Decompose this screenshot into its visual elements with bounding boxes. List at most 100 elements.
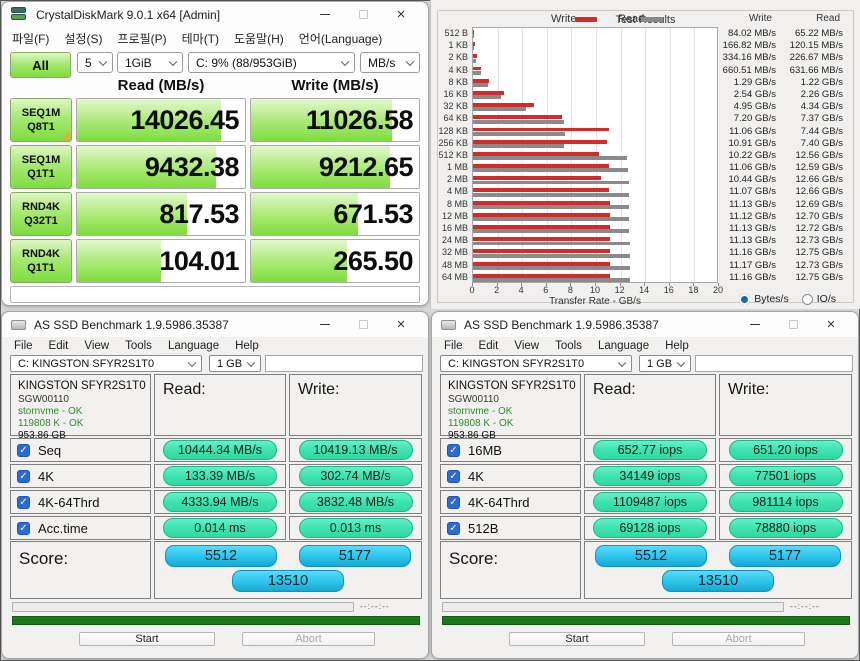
y-axis-tick-label: 32 KB: [408, 101, 468, 111]
write-result-cell[interactable]: 265.50: [250, 239, 420, 283]
abort-button: Abort: [672, 632, 805, 646]
menu-item[interactable]: View: [514, 340, 539, 352]
read-value: 12.66 GB/s: [771, 186, 843, 197]
menu-item[interactable]: File: [444, 340, 463, 352]
close-icon[interactable]: ×: [382, 312, 420, 337]
asssd-titlebar[interactable]: AS SSD Benchmark 1.9.5986.35387 ×: [2, 312, 428, 337]
maximize-icon: [344, 2, 382, 27]
read-result-cell[interactable]: 9432.38: [76, 145, 246, 189]
checkbox-checked-icon[interactable]: ✓: [447, 444, 460, 457]
checkbox-checked-icon[interactable]: ✓: [447, 470, 460, 483]
cdm-comment-box[interactable]: [10, 286, 420, 303]
checkbox-checked-icon[interactable]: ✓: [17, 444, 30, 457]
read-result-cell[interactable]: 14026.45: [76, 98, 246, 142]
radio-button-icon[interactable]: [802, 294, 813, 305]
test-size-select[interactable]: 1 GB: [209, 355, 261, 372]
read-value: 12.69 GB/s: [771, 199, 843, 210]
drive-select[interactable]: C: KINGSTON SFYR2S1T0: [440, 355, 632, 372]
menu-item[interactable]: Edit: [49, 340, 69, 352]
cdm-menubar: 파일(F) 설정(S) 프로필(P) 테마(T) 도움말(H) 언어(Language): [2, 28, 382, 48]
menu-item[interactable]: 언어(Language): [299, 30, 382, 47]
start-button[interactable]: Start: [79, 632, 215, 646]
start-button[interactable]: Start: [509, 632, 645, 646]
menu-item[interactable]: Tools: [555, 340, 582, 352]
asssd-window-title: AS SSD Benchmark 1.9.5986.35387: [464, 318, 659, 332]
read-result-badge: 0.014 ms: [163, 518, 277, 538]
test-size-select[interactable]: 1 GB: [639, 355, 691, 372]
test-size-select[interactable]: 1GiB: [117, 52, 183, 73]
toolbar-empty-box: [265, 355, 423, 372]
write-value: 11.16 GB/s: [704, 272, 776, 283]
read-value-cell: 34149 iops: [584, 464, 716, 488]
menu-item[interactable]: Help: [235, 340, 259, 352]
checkbox-checked-icon[interactable]: ✓: [17, 522, 30, 535]
menu-item[interactable]: View: [84, 340, 109, 352]
chevron-down-icon: [341, 57, 349, 65]
target-drive-select[interactable]: C: 9% (88/953GiB): [188, 52, 355, 73]
checkbox-checked-icon[interactable]: ✓: [447, 496, 460, 509]
menu-item[interactable]: 설정(S): [64, 30, 102, 47]
write-value: 11.06 GB/s: [704, 162, 776, 173]
radio-button-icon[interactable]: [739, 294, 750, 305]
write-bar: [473, 237, 610, 241]
minimize-icon[interactable]: [306, 312, 344, 337]
write-result-cell[interactable]: 671.53: [250, 192, 420, 236]
read-bar: [473, 168, 628, 172]
write-bar: [473, 164, 609, 168]
gridline: [694, 28, 695, 282]
cdm-result-row: RND4KQ32T1817.53671.53: [2, 192, 430, 236]
write-value: 11.06 GB/s: [704, 126, 776, 137]
write-result-cell[interactable]: 11026.58: [250, 98, 420, 142]
write-value: 11.16 GB/s: [704, 247, 776, 258]
menu-item[interactable]: 테마(T): [182, 30, 219, 47]
checkbox-checked-icon[interactable]: ✓: [447, 522, 460, 535]
asssd-titlebar[interactable]: AS SSD Benchmark 1.9.5986.35387 ×: [432, 312, 858, 337]
menu-item[interactable]: 도움말(H): [234, 30, 284, 47]
all-tests-button[interactable]: All: [10, 52, 71, 78]
close-icon[interactable]: ×: [382, 2, 420, 27]
test-type-button[interactable]: SEQ1MQ8T1: [10, 98, 72, 142]
read-value: 12.75 GB/s: [771, 272, 843, 283]
menu-item[interactable]: Help: [665, 340, 689, 352]
cdm-titlebar[interactable]: CrystalDiskMark 9.0.1 x64 [Admin] ×: [2, 2, 428, 27]
radio-option-bytes-s[interactable]: Bytes/s: [739, 293, 788, 305]
menu-item[interactable]: Language: [598, 340, 649, 352]
test-type-button[interactable]: SEQ1MQ1T1: [10, 145, 72, 189]
write-value: 10.91 GB/s: [704, 138, 776, 149]
result-fill-bar: [77, 240, 161, 282]
close-icon[interactable]: ×: [812, 312, 850, 337]
write-value-cell: 10419.13 MB/s: [289, 438, 422, 462]
x-axis-tick-label: 12: [610, 285, 630, 295]
test-type-button[interactable]: RND4KQ32T1: [10, 192, 72, 236]
read-result-cell[interactable]: 104.01: [76, 239, 246, 283]
minimize-icon[interactable]: [736, 312, 774, 337]
test-type-button[interactable]: RND4KQ1T1: [10, 239, 72, 283]
read-bar: [473, 242, 630, 246]
device-info-panel: KINGSTON SFYR2S1T0 SGW00110 stornvme - O…: [440, 374, 581, 436]
read-result-badge: 652.77 iops: [593, 440, 707, 460]
radio-option-io-s[interactable]: IO/s: [802, 293, 836, 305]
write-value: 11.13 GB/s: [704, 235, 776, 246]
minimize-icon[interactable]: [306, 2, 344, 27]
read-value: 1.22 GB/s: [771, 77, 843, 88]
menu-item[interactable]: Language: [168, 340, 219, 352]
write-value: 11.13 GB/s: [704, 199, 776, 210]
y-axis-tick-label: 128 KB: [408, 126, 468, 136]
write-result-cell[interactable]: 9212.65: [250, 145, 420, 189]
menu-item[interactable]: Edit: [479, 340, 499, 352]
menu-item[interactable]: 파일(F): [12, 30, 49, 47]
read-value: 120.15 MB/s: [771, 40, 843, 51]
read-value: 12.72 GB/s: [771, 223, 843, 234]
read-result-cell[interactable]: 817.53: [76, 192, 246, 236]
y-axis-tick-label: 512 B: [408, 28, 468, 38]
read-value-cell: 133.39 MB/s: [154, 464, 286, 488]
write-result-badge: 77501 iops: [729, 466, 843, 486]
menu-item[interactable]: 프로필(P): [117, 30, 166, 47]
menu-item[interactable]: Tools: [125, 340, 152, 352]
checkbox-checked-icon[interactable]: ✓: [17, 496, 30, 509]
checkbox-checked-icon[interactable]: ✓: [17, 470, 30, 483]
loop-count-select[interactable]: 5: [77, 52, 113, 73]
drive-select[interactable]: C: KINGSTON SFYR2S1T0: [10, 355, 202, 372]
menu-item[interactable]: File: [14, 340, 33, 352]
read-value: 7.44 GB/s: [771, 126, 843, 137]
